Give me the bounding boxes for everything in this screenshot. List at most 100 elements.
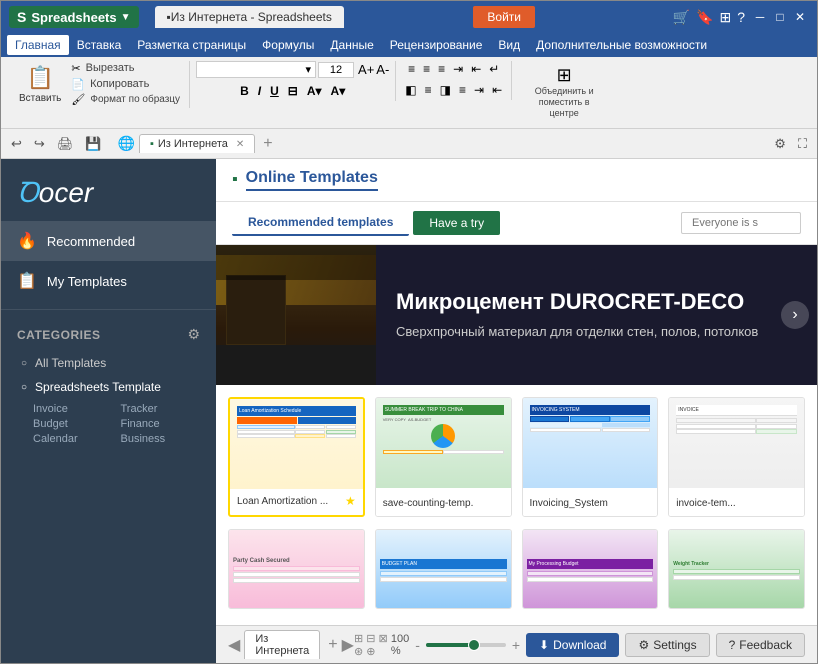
- menu-extra[interactable]: Дополнительные возможности: [528, 35, 715, 55]
- font-color-button[interactable]: A▾: [327, 83, 350, 99]
- menu-view[interactable]: Вид: [490, 35, 528, 55]
- app-window: S Spreadsheets ▼ ▪ Из Интернета - Spread…: [0, 0, 818, 664]
- format-painter-icon: 🖌: [71, 93, 85, 106]
- italic-button[interactable]: I: [254, 83, 265, 99]
- align-left-icon[interactable]: ◧: [402, 82, 419, 98]
- cut-button[interactable]: Вырезать: [83, 61, 138, 75]
- small-card-3[interactable]: My Processing Budget: [522, 529, 659, 609]
- template-card-invoice2[interactable]: INVOICE: [668, 397, 805, 517]
- indent-right-icon[interactable]: ⇥: [450, 61, 466, 77]
- search-input[interactable]: [681, 212, 801, 234]
- featured-desc: Сверхпрочный материал для отделки стен, …: [396, 323, 758, 341]
- font-size[interactable]: 12: [318, 62, 354, 78]
- font-shrink-icon[interactable]: A-: [376, 62, 389, 77]
- small-card-4[interactable]: Weight Tracker: [668, 529, 805, 609]
- cat-sub-finance[interactable]: Finance: [121, 418, 201, 430]
- fill-color-button[interactable]: A▾: [303, 83, 326, 99]
- menu-formulas[interactable]: Формулы: [254, 35, 322, 55]
- formula-bar: ↩ ↪ 🖨 💾 🌐 ▪ Из Интернета ✕ + ⚙ ⛶: [1, 129, 817, 159]
- settings-button[interactable]: ⚙ Settings: [625, 633, 709, 657]
- tab-close-button[interactable]: ✕: [236, 139, 244, 150]
- bookmark-icon[interactable]: 🔖: [696, 9, 713, 26]
- merge-label: Объединить и поместить в центре: [524, 86, 604, 118]
- menu-review[interactable]: Рецензирование: [382, 35, 491, 55]
- font-dropdown-icon: ▾: [306, 63, 312, 76]
- grid-icon[interactable]: ⊞: [719, 9, 731, 26]
- copy-button[interactable]: Копировать: [87, 77, 152, 91]
- cart-icon[interactable]: 🛒: [673, 9, 690, 26]
- font-grow-icon[interactable]: A+: [358, 62, 374, 77]
- cat-sub-budget[interactable]: Budget: [33, 418, 113, 430]
- new-tab-button[interactable]: +: [259, 135, 276, 153]
- cat-sub-business[interactable]: Business: [121, 433, 201, 445]
- menu-insert[interactable]: Вставка: [69, 35, 130, 55]
- small-card-2[interactable]: BUDGET PLAN: [375, 529, 512, 609]
- minimize-button[interactable]: ─: [751, 10, 769, 24]
- feedback-button[interactable]: ? Feedback: [716, 633, 805, 657]
- wrap-text-icon[interactable]: ↵: [486, 61, 502, 77]
- help-icon[interactable]: ?: [737, 9, 745, 25]
- app-switcher[interactable]: S Spreadsheets ▼: [9, 6, 139, 28]
- cat-sub-calendar[interactable]: Calendar: [33, 433, 113, 445]
- align-top-icon[interactable]: ≡: [405, 61, 418, 77]
- underline-button[interactable]: U: [266, 83, 283, 99]
- doc-tab-title[interactable]: ▪ Из Интернета - Spreadsheets: [155, 6, 344, 28]
- bottom-right: 100 % - + ⬇ Download ⚙: [391, 633, 805, 657]
- login-button[interactable]: Войти: [473, 6, 535, 28]
- sidebar-item-recommended[interactable]: 🔥 Recommended: [1, 221, 216, 261]
- zoom-plus-icon[interactable]: +: [512, 637, 520, 653]
- border-button[interactable]: ⊟: [284, 83, 302, 99]
- align-center-icon[interactable]: ≡: [422, 82, 435, 98]
- sheet-add-button[interactable]: +: [328, 636, 337, 654]
- maximize-button[interactable]: □: [771, 10, 789, 24]
- indent-left-icon[interactable]: ⇤: [468, 61, 484, 77]
- template-card-save[interactable]: SUMMER BREAK TRIP TO CHINA VERY COPY AS-…: [375, 397, 512, 517]
- zoom-thumb[interactable]: [468, 639, 480, 651]
- align-right-icon[interactable]: ◨: [437, 82, 454, 98]
- menu-home[interactable]: Главная: [7, 35, 69, 55]
- tab-try[interactable]: Have a try: [413, 211, 500, 235]
- outdent-icon[interactable]: ⇤: [489, 82, 505, 98]
- align-middle-icon[interactable]: ≡: [420, 61, 433, 77]
- slide-next-button[interactable]: ›: [781, 301, 809, 329]
- scroll-right-icon[interactable]: ▶: [342, 635, 354, 655]
- print-button[interactable]: 🖨: [53, 134, 78, 154]
- paste-button[interactable]: 📋 Вставить: [13, 61, 67, 108]
- bold-button[interactable]: B: [236, 83, 253, 99]
- scroll-left-icon[interactable]: ◀: [228, 635, 240, 655]
- cat-sub-tracker[interactable]: Tracker: [121, 403, 201, 415]
- card-name-invoice2: invoice-tem...: [676, 498, 735, 509]
- redo-button[interactable]: ↪: [30, 134, 49, 154]
- small-card-1[interactable]: Party Cash Secured: [228, 529, 365, 609]
- template-card-loan[interactable]: Loan Amortization Schedule: [228, 397, 365, 517]
- cat-item-all[interactable]: All Templates: [1, 351, 216, 375]
- sidebar-item-my-templates[interactable]: 📋 My Templates: [1, 261, 216, 301]
- font-selector[interactable]: ▾: [196, 61, 316, 78]
- template-card-invoice[interactable]: INVOICING SYSTEM: [522, 397, 659, 517]
- format-painter-button[interactable]: Формат по образцу: [87, 93, 183, 106]
- settings-icon-fb[interactable]: ⚙: [770, 134, 790, 154]
- categories-gear-icon[interactable]: ⚙: [187, 326, 200, 343]
- menu-data[interactable]: Данные: [322, 35, 381, 55]
- sidebar-divider: [1, 309, 216, 310]
- zoom-track[interactable]: [426, 643, 506, 647]
- download-button[interactable]: ⬇ Download: [526, 633, 619, 657]
- sheet-tab[interactable]: Из Интернета: [244, 630, 320, 659]
- align-bottom-icon[interactable]: ≡: [435, 61, 448, 77]
- cat-sub-invoice[interactable]: Invoice: [33, 403, 113, 415]
- menu-page-layout[interactable]: Разметка страницы: [129, 35, 254, 55]
- undo-button[interactable]: ↩: [7, 134, 26, 154]
- justify-icon[interactable]: ≡: [456, 82, 469, 98]
- app-dropdown-icon[interactable]: ▼: [121, 12, 131, 23]
- title-bar-center: Войти: [344, 6, 665, 28]
- close-button[interactable]: ✕: [791, 10, 809, 24]
- cat-item-spreadsheets[interactable]: Spreadsheets Template: [1, 375, 216, 399]
- tab-recommended[interactable]: Recommended templates: [232, 210, 409, 236]
- fullscreen-icon[interactable]: ⛶: [794, 134, 811, 154]
- doc-tab-formula[interactable]: ▪ Из Интернета ✕: [139, 134, 255, 153]
- zoom-minus-icon[interactable]: -: [415, 637, 420, 653]
- indent-icon[interactable]: ⇥: [471, 82, 487, 98]
- merge-center-button[interactable]: ⊞ Объединить и поместить в центре: [518, 61, 610, 122]
- app-icon: S: [17, 9, 26, 25]
- save-button-fb[interactable]: 💾: [81, 134, 105, 154]
